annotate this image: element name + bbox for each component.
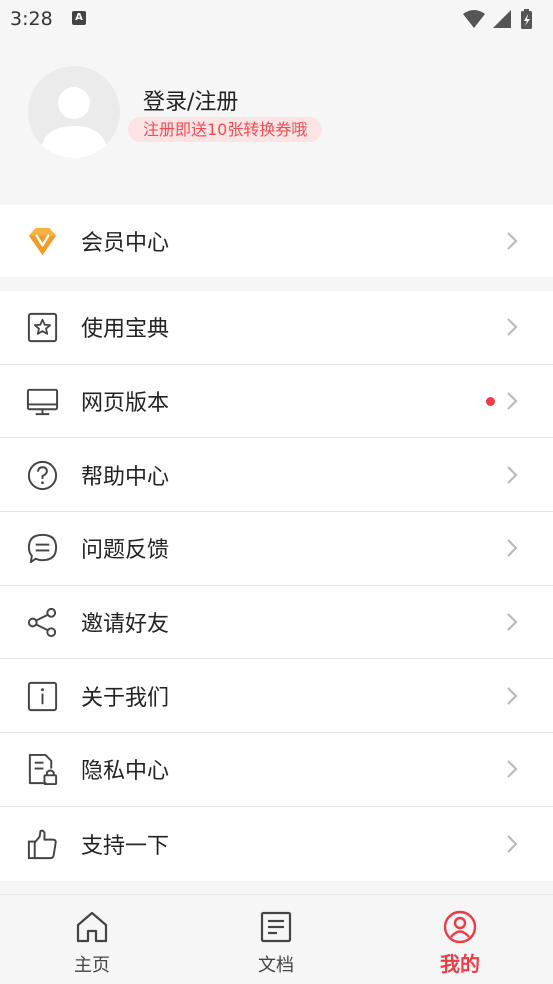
star-box-icon xyxy=(27,313,58,343)
vip-card: 会员中心 xyxy=(0,205,553,277)
battery-icon xyxy=(521,9,532,29)
chevron-right-icon xyxy=(507,465,518,484)
menu-item-about-us[interactable]: 关于我们 xyxy=(0,659,553,734)
menu-item-support[interactable]: 支持一下 xyxy=(0,807,553,881)
status-time: 3:28 xyxy=(10,8,53,30)
menu-item-feedback[interactable]: 问题反馈 xyxy=(0,512,553,586)
menu-item-vip-center[interactable]: 会员中心 xyxy=(0,205,553,277)
menu-item-label: 关于我们 xyxy=(81,685,170,711)
menu-item-label: 隐私中心 xyxy=(81,759,170,785)
chat-bubble-icon xyxy=(27,534,58,564)
tab-documents[interactable]: 文档 xyxy=(184,895,368,984)
chevron-right-icon xyxy=(507,392,518,410)
avatar[interactable] xyxy=(28,66,120,158)
signal-icon xyxy=(493,10,511,28)
menu-item-help-center[interactable]: 帮助中心 xyxy=(0,438,553,513)
home-icon xyxy=(76,911,108,943)
menu-item-label: 网页版本 xyxy=(81,391,170,417)
info-box-icon xyxy=(27,681,58,711)
status-bar: 3:28 A xyxy=(0,0,553,40)
menu-item-web-version[interactable]: 网页版本 xyxy=(0,365,553,439)
keyboard-notification-icon: A xyxy=(72,11,86,25)
tab-label: 我的 xyxy=(440,952,480,976)
wifi-icon xyxy=(463,10,485,28)
new-indicator-dot xyxy=(486,397,495,407)
tab-label: 主页 xyxy=(74,955,110,976)
chevron-right-icon xyxy=(507,613,518,631)
document-icon xyxy=(260,911,292,943)
promo-badge: 注册即送10张转换券哦 xyxy=(128,117,323,142)
chevron-right-icon xyxy=(507,539,518,558)
menu-item-label: 使用宝典 xyxy=(81,317,170,343)
settings-menu: 使用宝典 网页版本 帮助中心 问题反馈 邀请好友 关于我们 隐私中心 支持一下 xyxy=(0,291,553,881)
menu-item-label: 邀请好友 xyxy=(81,612,170,638)
profile-header: 登录/注册 注册即送10张转换券哦 xyxy=(0,40,553,204)
tab-home[interactable]: 主页 xyxy=(0,895,184,984)
menu-item-label: 帮助中心 xyxy=(81,464,170,490)
share-icon xyxy=(27,608,57,638)
default-avatar-icon xyxy=(40,87,108,158)
menu-item-privacy-center[interactable]: 隐私中心 xyxy=(0,733,553,807)
monitor-icon xyxy=(26,388,59,416)
diamond-v-icon xyxy=(28,227,57,256)
menu-item-label: 问题反馈 xyxy=(81,538,170,564)
chevron-right-icon xyxy=(507,318,518,337)
user-circle-icon xyxy=(443,910,477,944)
system-status-icons xyxy=(463,9,532,29)
chevron-right-icon xyxy=(507,834,518,853)
chevron-right-icon xyxy=(507,687,518,705)
menu-item-user-guide[interactable]: 使用宝典 xyxy=(0,291,553,365)
bottom-tab-bar: 主页 文档 我的 xyxy=(0,894,553,984)
tab-mine[interactable]: 我的 xyxy=(368,895,552,984)
tab-label: 文档 xyxy=(258,955,294,976)
menu-item-invite-friends[interactable]: 邀请好友 xyxy=(0,586,553,660)
chevron-right-icon xyxy=(507,232,518,250)
menu-item-label: 会员中心 xyxy=(81,231,170,256)
login-register-link[interactable]: 登录/注册 xyxy=(143,84,238,116)
thumbs-up-icon xyxy=(27,829,57,859)
doc-lock-icon xyxy=(28,754,58,786)
question-circle-icon xyxy=(27,460,58,490)
chevron-right-icon xyxy=(507,760,518,779)
menu-item-label: 支持一下 xyxy=(81,833,170,859)
